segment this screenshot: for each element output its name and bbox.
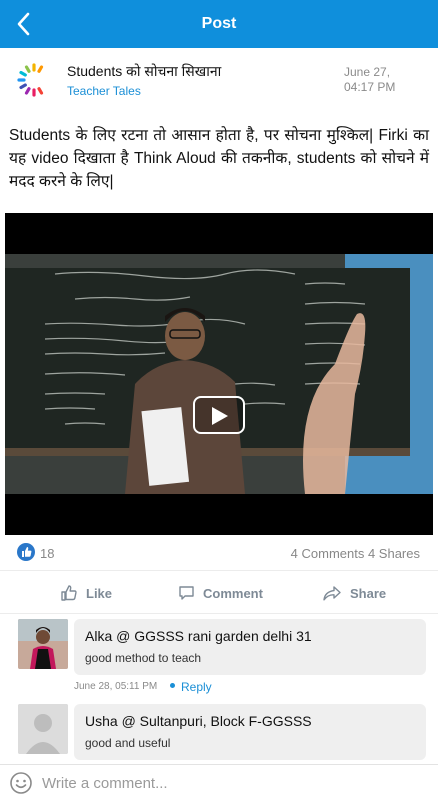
separator-dot: [170, 683, 175, 688]
comment-timestamp: June 28, 05:11 PM: [74, 681, 158, 692]
comment-author[interactable]: Usha @ Sultanpuri, Block F-GGSSS: [85, 713, 312, 729]
post-time: 04:17 PM: [344, 80, 396, 94]
like-button-label: Like: [86, 585, 113, 601]
like-count-icon: [17, 543, 35, 561]
comment-text: good and useful: [85, 736, 171, 750]
comment-bubble: Alka @ GGSSS rani garden delhi 31 good m…: [74, 619, 426, 675]
video-thumbnail: [5, 254, 433, 494]
comment-text: good method to teach: [85, 651, 202, 665]
post-author-link[interactable]: Teacher Tales: [67, 84, 141, 98]
post-actions: Like Comment Share: [0, 570, 438, 614]
like-button[interactable]: Like: [60, 571, 112, 615]
post-date: June 27,: [344, 65, 391, 79]
post-header: Students को सोचना सिखाना Teacher Tales J…: [0, 48, 438, 122]
post-stats: 18 4 Comments 4 Shares: [0, 540, 438, 568]
reply-link[interactable]: Reply: [181, 680, 212, 694]
post-body-text: Students के लिए रटना तो आसान होता है, पर…: [9, 127, 429, 190]
comment-author[interactable]: Alka @ GGSSS rani garden delhi 31: [85, 628, 312, 644]
avatar[interactable]: [18, 619, 68, 669]
comment-button-label: Comment: [203, 585, 263, 601]
post-timestamp: June 27, 04:17 PM: [344, 65, 395, 95]
share-button-label: Share: [350, 585, 387, 601]
play-icon: [212, 407, 228, 425]
teacher-tales-logo[interactable]: [16, 62, 52, 98]
play-button[interactable]: [193, 396, 245, 434]
post-title: Students को सोचना सिखाना: [67, 63, 222, 79]
top-app-bar: Post: [0, 0, 438, 48]
share-icon: [323, 585, 341, 600]
avatar-placeholder[interactable]: [18, 704, 68, 754]
page-title: Post: [201, 15, 237, 32]
comment-item: Alka @ GGSSS rani garden delhi 31 good m…: [0, 619, 438, 695]
video-player[interactable]: [5, 213, 433, 535]
comment-input[interactable]: [42, 771, 422, 795]
comment-icon: [179, 585, 194, 600]
share-button[interactable]: Share: [322, 571, 386, 615]
comment-item: Usha @ Sultanpuri, Block F-GGSSS good an…: [0, 704, 438, 764]
comment-button[interactable]: Comment: [178, 571, 263, 615]
comments-shares-count[interactable]: 4 Comments 4 Shares: [291, 546, 420, 561]
comment-composer: [0, 764, 438, 800]
thumbs-up-icon: [61, 585, 77, 601]
smiley-icon[interactable]: [9, 771, 33, 795]
comment-bubble: Usha @ Sultanpuri, Block F-GGSSS good an…: [74, 704, 426, 760]
like-count[interactable]: 18: [40, 546, 54, 561]
